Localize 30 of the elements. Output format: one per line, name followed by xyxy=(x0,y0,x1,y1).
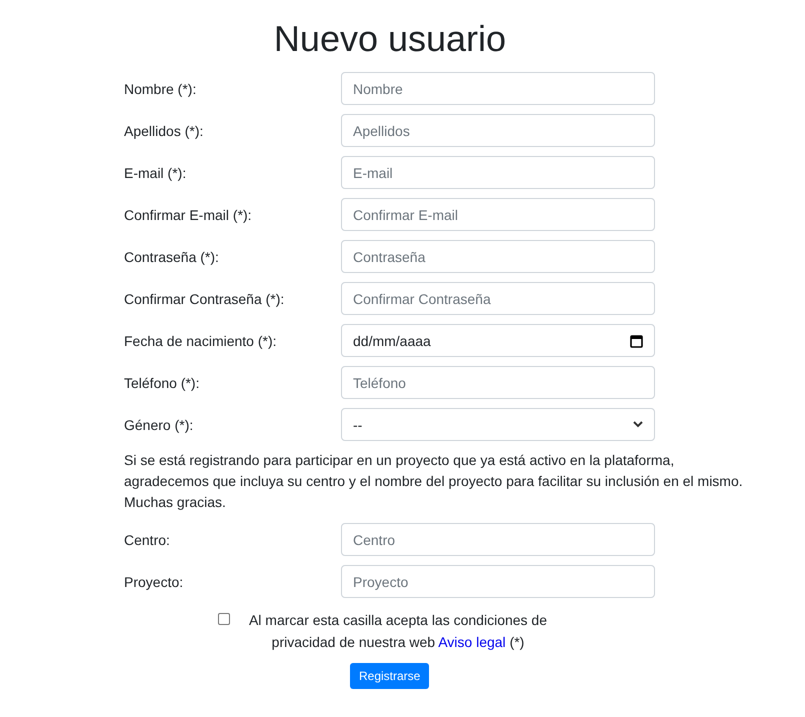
field-label: Nombre (*): xyxy=(124,80,198,96)
legal-link[interactable]: Aviso legal xyxy=(438,634,506,650)
input-field[interactable]: Centro xyxy=(341,523,655,556)
page-title: Nuevo usuario xyxy=(272,18,508,60)
input-field[interactable]: Confirmar E-mail xyxy=(341,198,655,231)
info-paragraph: Si se está registrando para participar en un proyecto que ya está activo en la plataforma, agradecemos que incluya su centro y el nombre del proyecto para facilitar su inclusión en el mismo. Muchas gracias. xyxy=(124,451,744,512)
date-field[interactable]: dd/mm/aaaa xyxy=(341,324,655,357)
field-label: Proyecto: xyxy=(124,574,184,590)
input-field[interactable]: Apellidos xyxy=(341,114,655,147)
register-button[interactable]: Registrarse xyxy=(350,663,430,689)
field-label: Contraseña (*): xyxy=(124,248,220,264)
field-label: Género (*): xyxy=(124,416,194,432)
input-field[interactable]: Proyecto xyxy=(341,565,655,598)
input-field[interactable]: Teléfono xyxy=(341,366,655,399)
chevron-down-icon xyxy=(633,421,643,428)
field-label: Centro: xyxy=(124,532,171,548)
field-label: Confirmar E-mail (*): xyxy=(124,206,253,222)
field-label: Confirmar Contraseña (*): xyxy=(124,290,286,306)
input-field[interactable]: E-mail xyxy=(341,156,655,189)
consent-text: Al marcar esta casilla acepta las condiciones de privacidad de nuestra web Aviso legal (*) xyxy=(248,611,548,652)
field-label: Teléfono (*): xyxy=(124,374,200,390)
select-field[interactable]: -- xyxy=(341,408,655,441)
input-field[interactable]: Nombre xyxy=(341,72,655,105)
field-label: Fecha de nacimiento (*): xyxy=(124,332,278,348)
calendar-icon[interactable] xyxy=(630,334,643,348)
field-label: Apellidos (*): xyxy=(124,122,204,138)
field-label: E-mail (*): xyxy=(124,164,188,180)
input-field[interactable]: Confirmar Contraseña xyxy=(341,282,655,315)
consent-checkbox[interactable] xyxy=(218,613,230,625)
input-field[interactable]: Contraseña xyxy=(341,240,655,273)
